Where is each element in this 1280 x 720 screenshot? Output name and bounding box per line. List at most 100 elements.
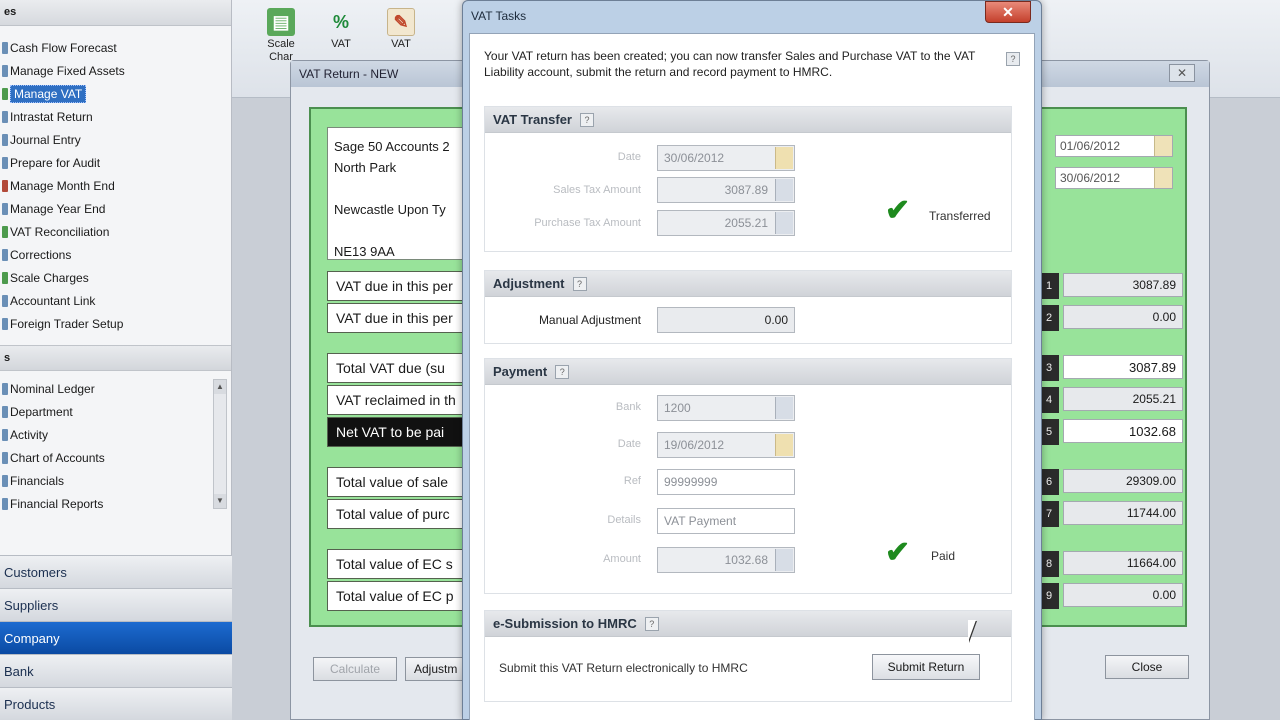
vat-button[interactable]: % VAT [316,8,366,51]
links-header: s [0,345,231,371]
intro-text: Your VAT return has been created; you ca… [484,49,976,79]
vat-box-value[interactable]: 2055.21 [1063,387,1183,411]
vat-box-value[interactable]: 0.00 [1063,583,1183,607]
calculate-button[interactable]: Calculate [313,657,397,681]
box-number: 6 [1039,469,1059,495]
box-number: 1 [1039,273,1059,299]
ref-field[interactable]: 99999999 [657,469,795,495]
nav-customers[interactable]: Customers [0,555,232,588]
sidebar-link-financial-reports[interactable]: Financial Reports [0,492,231,515]
box-number: 4 [1039,387,1059,413]
sidebar-task-manage-month-end[interactable]: Manage Month End [0,174,231,197]
help-icon[interactable]: ? [572,277,587,291]
assets-icon [2,64,8,77]
vat-row-label: VAT reclaimed in th [327,385,477,415]
links-panel: Nominal Ledger Department Activity Chart of… [0,371,231,515]
sidebar-task-label: Accountant Link [10,293,96,308]
sidebar-task-cash-flow-forecast[interactable]: Cash Flow Forecast [0,36,231,59]
scroll-down-icon[interactable]: ▼ [214,494,226,508]
sidebar-link-financials[interactable]: Financials [0,469,231,492]
calendar-icon[interactable] [775,147,793,169]
sidebar-task-manage-vat[interactable]: Manage VAT [0,82,231,105]
manual-adjustment-label: Manual Adjustment [538,313,641,327]
amount-field[interactable]: 1032.68 [657,547,795,573]
nav-bank[interactable]: Bank [0,654,232,687]
close-icon[interactable]: ✕ [985,1,1031,23]
sidebar-task-prepare-for-audit[interactable]: Prepare for Audit [0,151,231,174]
adjustments-button[interactable]: Adjustm [405,657,465,681]
link-icon [2,294,8,307]
nav-products[interactable]: Products [0,687,232,720]
vat-box-row: 8 11664.00 [1039,551,1185,581]
date-from-field[interactable]: 01/06/2012 [1055,135,1173,157]
sidebar-task-manage-fixed-assets[interactable]: Manage Fixed Assets [0,59,231,82]
calculator-icon[interactable] [775,179,793,201]
vat-box-value[interactable]: 29309.00 [1063,469,1183,493]
submit-return-button[interactable]: Submit Return [872,654,980,680]
bank-field[interactable]: 1200 [657,395,795,421]
sidebar-task-manage-year-end[interactable]: Manage Year End [0,197,231,220]
sidebar-task-vat-reconciliation[interactable]: VAT Reconciliation [0,220,231,243]
accounts-icon [2,451,8,464]
vat-box-value[interactable]: 1032.68 [1063,419,1183,443]
calendar-icon[interactable] [775,434,793,456]
sidebar-task-scale-charges[interactable]: Scale Charges [0,266,231,289]
vat-box-value[interactable]: 11744.00 [1063,501,1183,525]
vat-box-row: 9 0.00 [1039,583,1185,613]
sidebar-task-accountant-link[interactable]: Accountant Link [0,289,231,312]
vat-icon [2,87,8,100]
audit-icon [2,156,8,169]
vat-row-label: Total value of EC p [327,581,477,611]
reconcile-icon [2,225,8,238]
links-scrollbar[interactable]: ▲ ▼ [213,379,227,509]
calculator-icon[interactable] [775,549,793,571]
vat-box-value[interactable]: 0.00 [1063,305,1183,329]
vat-box-value[interactable]: 3087.89 [1063,273,1183,297]
vat-box-row: 3 3087.89 [1039,355,1185,385]
vat-document-button[interactable]: ✎ VAT [376,8,426,50]
calculator-icon[interactable] [775,212,793,234]
vat-box-value[interactable]: 3087.89 [1063,355,1183,379]
nav-company[interactable]: Company [0,621,232,654]
scroll-up-icon[interactable]: ▲ [214,380,226,394]
box-number: 2 [1039,305,1059,331]
sidebar-link-chart-of-accounts[interactable]: Chart of Accounts [0,446,231,469]
globe-icon [2,317,8,330]
sidebar-task-journal-entry[interactable]: Journal Entry [0,128,231,151]
manual-adjustment-field[interactable]: 0.00 [657,307,795,333]
payment-status: Paid [931,549,956,563]
sidebar-link-label: Financials [10,473,65,488]
details-label: Details [607,514,641,526]
sidebar-link-department[interactable]: Department [0,400,231,423]
payment-date-field[interactable]: 19/06/2012 [657,432,795,458]
vat-box-value[interactable]: 11664.00 [1063,551,1183,575]
sidebar-task-intrastat-return[interactable]: Intrastat Return [0,105,231,128]
calendar-icon[interactable] [1154,136,1172,156]
nav-suppliers[interactable]: Suppliers [0,588,232,621]
sidebar-link-nominal-ledger[interactable]: Nominal Ledger [0,377,231,400]
help-icon[interactable]: ? [1006,52,1020,66]
amount-label: Amount [603,553,641,565]
vat-return-right-panel: 01/06/2012 30/06/2012 1 3087.89 2 0.00 3 3087… [1037,107,1187,627]
chevron-down-icon[interactable] [775,397,793,419]
close-icon[interactable]: ✕ [1169,64,1195,82]
sidebar-task-label: Corrections [10,247,72,262]
date-to-field[interactable]: 30/06/2012 [1055,167,1173,189]
transfer-date-field[interactable]: 30/06/2012 [657,145,795,171]
help-icon[interactable]: ? [579,113,594,127]
purchase-tax-field[interactable]: 2055.21 [657,210,795,236]
close-button[interactable]: Close [1105,655,1189,679]
sidebar-task-foreign-trader-setup[interactable]: Foreign Trader Setup [0,312,231,335]
scale-charges-button[interactable]: ▤ Scale Char [256,8,306,64]
calendar-icon[interactable] [1154,168,1172,188]
sidebar-task-corrections[interactable]: Corrections [0,243,231,266]
details-field[interactable]: VAT Payment [657,508,795,534]
sales-tax-field[interactable]: 3087.89 [657,177,795,203]
sidebar-link-activity[interactable]: Activity [0,423,231,446]
vat-row-label: Total value of sale [327,467,477,497]
help-icon[interactable]: ? [555,365,570,379]
financials-icon [2,474,8,487]
department-icon [2,405,8,418]
box-number: 8 [1039,551,1059,577]
help-icon[interactable]: ? [644,617,659,631]
